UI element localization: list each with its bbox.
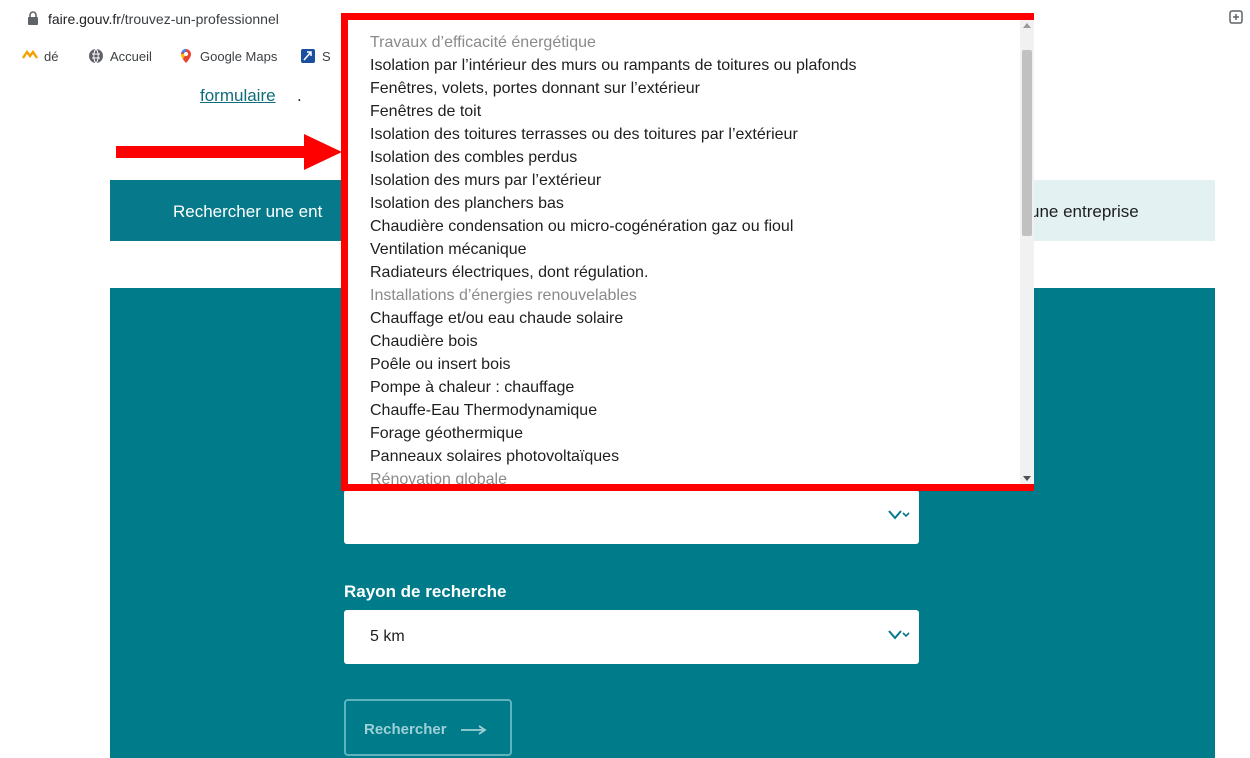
- url-text[interactable]: faire.gouv.fr/trouvez-un-professionnel: [48, 11, 279, 27]
- globe-icon: [89, 48, 103, 64]
- scroll-down-icon[interactable]: [1023, 476, 1031, 481]
- dropdown-option[interactable]: Forage géothermique: [348, 422, 1020, 445]
- dropdown-option[interactable]: Chauffage et/ou eau chaude solaire: [348, 307, 1020, 330]
- radius-label: Rayon de recherche: [344, 582, 507, 601]
- dropdown-option[interactable]: Chaudière bois: [348, 330, 1020, 353]
- bookmark-label: S: [322, 48, 331, 64]
- radius-select[interactable]: 5 km: [344, 610, 919, 664]
- chevron-down-icon: [888, 630, 910, 640]
- extension-icon[interactable]: [1228, 9, 1244, 25]
- bookmark-google-maps[interactable]: Google Maps: [178, 48, 277, 64]
- tab-label: une entreprise: [1030, 202, 1139, 221]
- dropdown-option[interactable]: Isolation des combles perdus: [348, 146, 1020, 169]
- dropdown-option[interactable]: Panneaux solaires photovoltaïques: [348, 445, 1020, 468]
- tab-label: Rechercher une ent: [173, 202, 323, 221]
- dropdown-option[interactable]: Isolation des planchers bas: [348, 192, 1020, 215]
- chevron-down-icon: [888, 510, 910, 520]
- dropdown-option[interactable]: Fenêtres de toit: [348, 100, 1020, 123]
- red-arrow-annotation: [116, 134, 342, 170]
- scrollbar-thumb[interactable]: [1022, 50, 1032, 236]
- dropdown-option[interactable]: Radiateurs électriques, dont régulation.: [348, 261, 1020, 284]
- bookmark-app-icon: [22, 49, 38, 59]
- bookmark-icon: [301, 49, 315, 63]
- dropdown-scrollbar[interactable]: [1020, 20, 1034, 484]
- dropdown-option[interactable]: Isolation des toitures terrasses ou des …: [348, 123, 1020, 146]
- radius-value: 5 km: [370, 628, 405, 645]
- dropdown-options-list[interactable]: Travaux d’efficacité énergétique Isolatio…: [348, 20, 1020, 484]
- arrow-right-icon: [460, 725, 487, 735]
- bookmark-label: Accueil: [110, 48, 152, 64]
- dropdown-option[interactable]: Isolation des murs par l’extérieur: [348, 169, 1020, 192]
- dropdown-option[interactable]: Ventilation mécanique: [348, 238, 1020, 261]
- lock-icon: [28, 11, 38, 25]
- formulaire-period: .: [297, 86, 302, 105]
- bookmark-accueil[interactable]: Accueil: [88, 48, 152, 64]
- dropdown-group-header: Installations d’énergies renouvelables: [370, 287, 637, 304]
- url-domain: faire.gouv.fr: [48, 11, 121, 27]
- url-path: /trouvez-un-professionnel: [120, 11, 279, 27]
- bookmark-label: dé: [44, 48, 59, 64]
- scroll-up-icon[interactable]: [1023, 23, 1031, 28]
- dropdown-option[interactable]: Isolation par l’intérieur des murs ou ra…: [348, 54, 1020, 77]
- bookmark-s[interactable]: S: [300, 48, 331, 64]
- dropdown-group-header: Rénovation globale: [370, 471, 507, 484]
- bookmark-label: Google Maps: [200, 48, 278, 64]
- dropdown-option[interactable]: Chauffe-Eau Thermodynamique: [348, 399, 1020, 422]
- bookmark-de[interactable]: dé: [22, 48, 58, 64]
- search-button[interactable]: Rechercher: [344, 699, 512, 756]
- dropdown-option[interactable]: Chaudière condensation ou micro-cogénéra…: [348, 215, 1020, 238]
- dropdown-option[interactable]: Pompe à chaleur : chauffage: [348, 376, 1020, 399]
- dropdown-option[interactable]: Poêle ou insert bois: [348, 353, 1020, 376]
- dropdown-group-header: Travaux d’efficacité énergétique: [370, 34, 596, 51]
- work-type-select[interactable]: [344, 490, 919, 544]
- work-type-dropdown: Travaux d’efficacité énergétique Isolatio…: [341, 13, 1034, 491]
- search-button-label: Rechercher: [364, 721, 447, 738]
- formulaire-link[interactable]: formulaire: [200, 86, 276, 106]
- dropdown-option[interactable]: Fenêtres, volets, portes donnant sur l’e…: [348, 77, 1020, 100]
- maps-pin-icon: [181, 49, 191, 63]
